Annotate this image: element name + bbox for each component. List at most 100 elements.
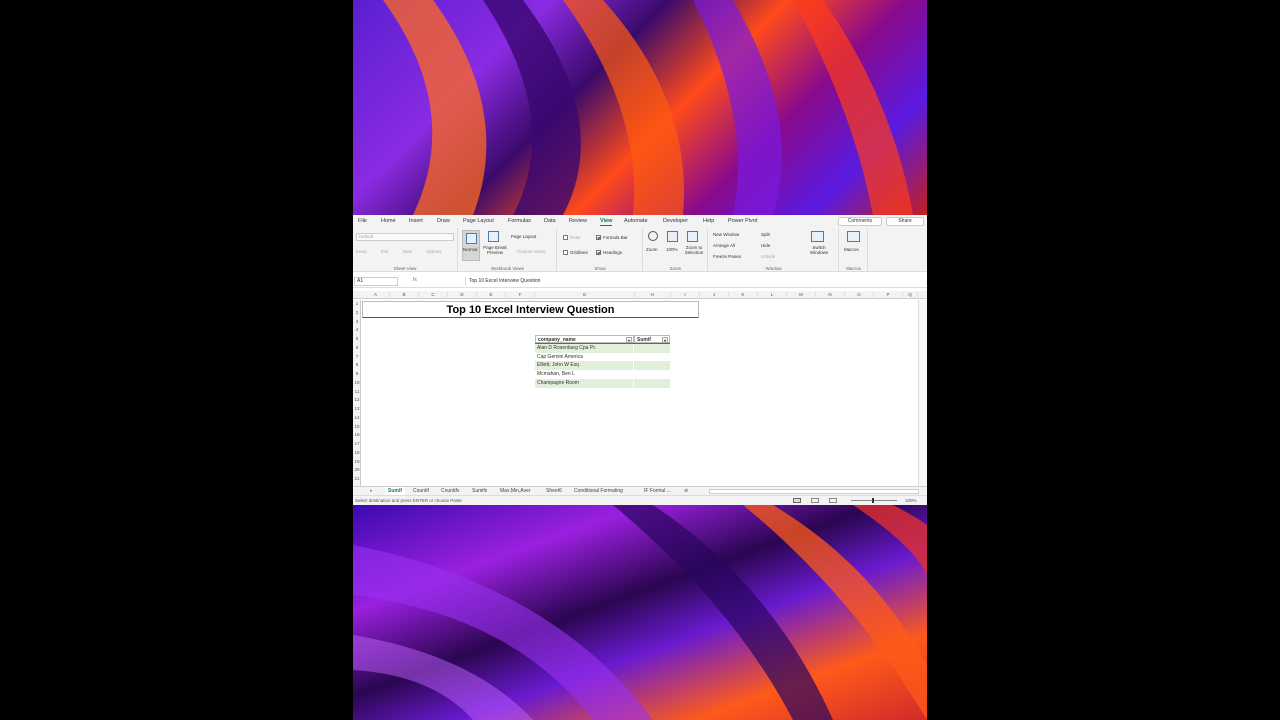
table-cell[interactable]: [634, 370, 670, 379]
tab-file[interactable]: File: [358, 218, 367, 224]
tab-help[interactable]: Help: [703, 218, 714, 224]
page-layout-view-icon[interactable]: [811, 498, 819, 503]
row-header[interactable]: 6: [353, 345, 361, 350]
row-header[interactable]: 10: [353, 380, 361, 385]
tab-developer[interactable]: Developer: [663, 218, 688, 224]
table-cell[interactable]: Alan D Rosenburg Cpa Pc: [535, 343, 634, 353]
row-header[interactable]: 11: [353, 389, 361, 394]
row-header[interactable]: 20: [353, 467, 361, 472]
exit-button[interactable]: Exit: [381, 249, 389, 254]
headings-checkbox[interactable]: Headings: [596, 250, 622, 256]
options-button[interactable]: Options: [426, 249, 442, 254]
new-window-button[interactable]: New Window: [713, 232, 739, 237]
row-header[interactable]: 14: [353, 415, 361, 420]
tab-power-pivot[interactable]: Power Pivot: [728, 218, 757, 224]
zoom-slider[interactable]: [851, 500, 897, 501]
table-cell[interactable]: [634, 344, 670, 353]
gridlines-checkbox[interactable]: Gridlines: [563, 250, 588, 256]
row-header[interactable]: 18: [353, 450, 361, 455]
row-header[interactable]: 12: [353, 397, 361, 402]
merged-title-cell[interactable]: Top 10 Excel Interview Question: [362, 301, 699, 318]
tab-page-layout[interactable]: Page Layout: [463, 218, 494, 224]
row-header[interactable]: 5: [353, 336, 361, 341]
row-header[interactable]: 7: [353, 354, 361, 359]
split-button[interactable]: Split: [761, 232, 770, 237]
tab-insert[interactable]: Insert: [409, 218, 423, 224]
macros-button[interactable]: Macros: [844, 247, 859, 252]
column-header[interactable]: K: [729, 291, 758, 299]
column-header[interactable]: D: [448, 291, 477, 299]
normal-view-icon[interactable]: [793, 498, 801, 503]
row-header[interactable]: 2: [353, 310, 361, 315]
tab-home[interactable]: Home: [381, 218, 396, 224]
vertical-scrollbar[interactable]: [918, 300, 927, 486]
column-header[interactable]: L: [758, 291, 787, 299]
ruler-checkbox[interactable]: Ruler: [563, 235, 581, 241]
horizontal-scrollbar[interactable]: [709, 489, 919, 494]
comments-button[interactable]: Comments: [838, 217, 882, 226]
column-header[interactable]: I: [671, 291, 700, 299]
row-header[interactable]: 17: [353, 441, 361, 446]
switch-windows-button[interactable]: Switch Windows: [807, 245, 831, 255]
column-header[interactable]: Q: [903, 291, 918, 299]
tab-data[interactable]: Data: [544, 218, 556, 224]
filter-dropdown-icon[interactable]: ▾: [626, 337, 632, 343]
column-header[interactable]: N: [816, 291, 845, 299]
unhide-button[interactable]: Unhide: [761, 254, 775, 259]
column-header[interactable]: C: [419, 291, 448, 299]
zoom-level[interactable]: 100%: [905, 498, 917, 503]
tab-review[interactable]: Review: [569, 218, 587, 224]
normal-view-button[interactable]: Normal: [462, 230, 480, 261]
table-header-cell[interactable]: Sumif ▾: [634, 335, 670, 343]
filter-dropdown-icon[interactable]: ▾: [662, 337, 668, 343]
column-header[interactable]: G: [535, 291, 635, 299]
row-header[interactable]: 4: [353, 327, 361, 332]
table-cell[interactable]: Cap Gemini America: [535, 352, 634, 362]
table-cell[interactable]: Champagne Room: [535, 378, 634, 388]
new-button[interactable]: New: [403, 249, 412, 254]
row-header[interactable]: 16: [353, 432, 361, 437]
tab-formulas[interactable]: Formulas: [508, 218, 531, 224]
keep-button[interactable]: Keep: [356, 249, 367, 254]
column-header[interactable]: O: [845, 291, 874, 299]
freeze-panes-button[interactable]: Freeze Panes: [713, 254, 741, 259]
table-cell[interactable]: [634, 353, 670, 362]
column-header[interactable]: A: [362, 291, 390, 299]
row-header[interactable]: 3: [353, 319, 361, 324]
table-cell[interactable]: [634, 361, 670, 370]
custom-views-button[interactable]: Custom Views: [517, 249, 546, 254]
column-header[interactable]: P: [874, 291, 903, 299]
zoom-button[interactable]: Zoom: [646, 247, 658, 252]
formula-input[interactable]: Top 10 Excel Interview Question: [465, 277, 925, 286]
row-header[interactable]: 9: [353, 371, 361, 376]
row-header[interactable]: 8: [353, 362, 361, 367]
row-header[interactable]: 21: [353, 476, 361, 481]
name-box[interactable]: A1: [354, 277, 398, 286]
sheet-view-dropdown[interactable]: Default: [356, 233, 454, 241]
table-header-cell[interactable]: company_name ▾: [535, 335, 634, 343]
zoom-100-button[interactable]: 100%: [666, 247, 678, 252]
tab-view[interactable]: View: [600, 218, 613, 226]
arrange-all-button[interactable]: Arrange All: [713, 243, 735, 248]
column-header[interactable]: F: [506, 291, 535, 299]
tab-draw[interactable]: Draw: [437, 218, 450, 224]
table-cell[interactable]: Mcmahan, Ben L: [535, 370, 634, 379]
table-cell[interactable]: Elliott, John W Esq: [535, 361, 634, 371]
share-button[interactable]: Share: [886, 217, 924, 226]
zoom-slider-thumb[interactable]: [872, 498, 874, 503]
row-header[interactable]: 15: [353, 424, 361, 429]
column-header[interactable]: J: [700, 291, 729, 299]
row-header[interactable]: 13: [353, 406, 361, 411]
page-break-view-icon[interactable]: [829, 498, 837, 503]
column-header[interactable]: B: [390, 291, 419, 299]
table-cell[interactable]: [634, 379, 670, 388]
column-header[interactable]: M: [787, 291, 816, 299]
hide-button[interactable]: Hide: [761, 243, 770, 248]
page-layout-button[interactable]: Page Layout: [511, 234, 536, 239]
zoom-to-selection-button[interactable]: Zoom to Selection: [681, 245, 707, 255]
tab-automate[interactable]: Automate: [624, 218, 648, 224]
row-header[interactable]: 19: [353, 459, 361, 464]
page-break-preview-button[interactable]: Page Break Preview: [483, 245, 507, 255]
column-header[interactable]: E: [477, 291, 506, 299]
row-header[interactable]: 1: [353, 301, 361, 306]
